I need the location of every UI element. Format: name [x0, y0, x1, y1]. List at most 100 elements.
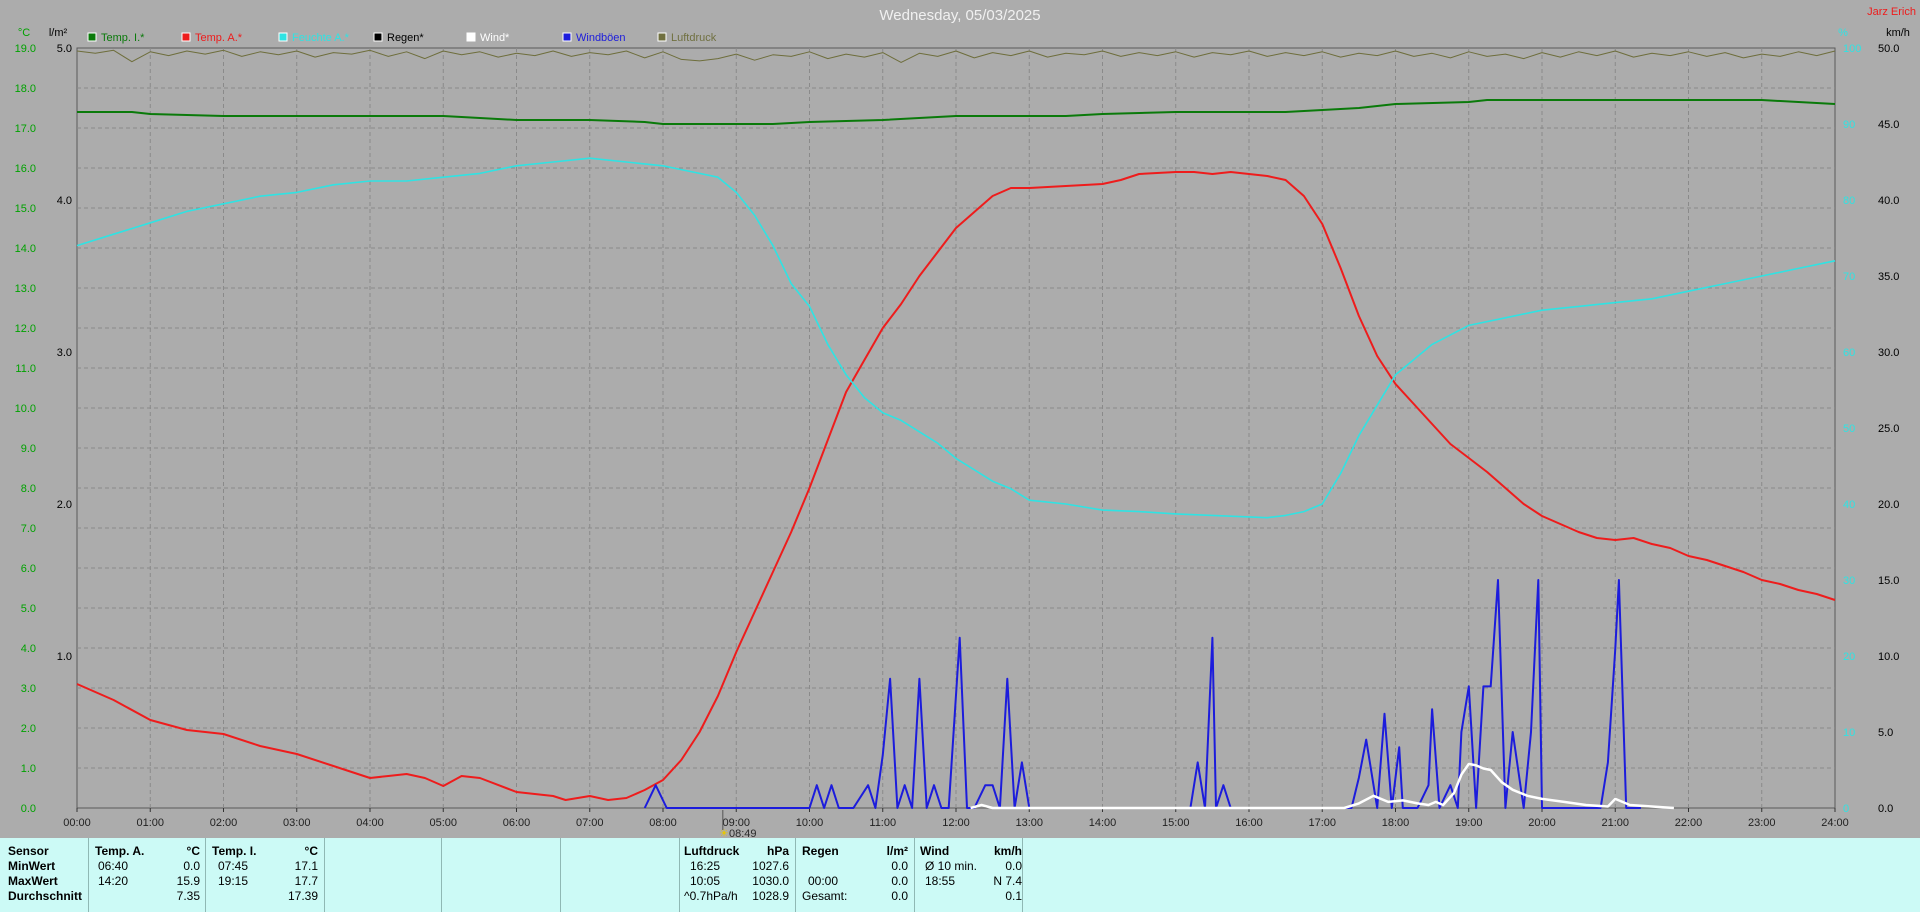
- temp-axis-tick-label: 15.0: [15, 203, 36, 215]
- rain-axis-tick-label: 3.0: [57, 347, 72, 359]
- legend-label: Luftdruck: [671, 32, 717, 44]
- temp-i-unit: °C: [304, 844, 318, 858]
- temp-a-max-value: 15.9: [176, 874, 200, 888]
- legend-swatch: [562, 32, 572, 42]
- x-tick-label: 18:00: [1382, 817, 1410, 829]
- percent-axis-tick-label: 30: [1843, 575, 1855, 587]
- temp-axis-tick-label: 14.0: [15, 243, 36, 255]
- temp-axis-tick-label: 19.0: [15, 43, 36, 55]
- legend-label: Feuchte A.*: [292, 32, 350, 44]
- pressure-max-time: 10:05: [690, 874, 721, 888]
- temp-i-max-value: 17.7: [294, 874, 318, 888]
- divider: [795, 838, 796, 912]
- legend-label: Regen*: [387, 32, 424, 44]
- wind-max-time: 18:55: [925, 874, 956, 888]
- x-tick-label: 00:00: [63, 817, 91, 829]
- pressure-min-time: 16:25: [690, 859, 721, 873]
- percent-axis-tick-label: 20: [1843, 651, 1855, 663]
- temp-axis-tick-label: 9.0: [21, 443, 36, 455]
- temp-axis-tick-label: 18.0: [15, 83, 36, 95]
- divider: [324, 838, 325, 912]
- temp-i-average: 17.39: [287, 889, 318, 903]
- x-tick-label: 22:00: [1675, 817, 1703, 829]
- x-tick-label: 13:00: [1015, 817, 1043, 829]
- temp-axis-tick-label: 17.0: [15, 123, 36, 135]
- wind-axis-tick-label: 40.0: [1878, 195, 1899, 207]
- x-tick-label: 16:00: [1235, 817, 1263, 829]
- temp-i-header: Temp. I.: [212, 844, 257, 858]
- wind-axis-tick-label: 10.0: [1878, 651, 1899, 663]
- rain-total-value: 0.0: [891, 889, 908, 903]
- right-unit-pct: %: [1838, 27, 1848, 39]
- percent-axis-tick-label: 50: [1843, 423, 1855, 435]
- legend-swatch: [87, 32, 97, 42]
- temp-a-average: 7.35: [176, 889, 200, 903]
- temp-axis-tick-label: 12.0: [15, 323, 36, 335]
- legend-swatch: [466, 32, 476, 42]
- wind-average: 0.1: [1005, 889, 1022, 903]
- x-tick-label: 23:00: [1748, 817, 1776, 829]
- percent-axis-tick-label: 70: [1843, 271, 1855, 283]
- legend-swatch: [657, 32, 667, 42]
- chart-axes: 00:00 01:00 02:00 03:00 04:00 05:00 06:00 07:00…: [15, 43, 1900, 829]
- percent-axis-tick-label: 0: [1843, 803, 1849, 815]
- temp-axis-tick-label: 2.0: [21, 723, 36, 735]
- pressure-header: Luftdruck: [684, 844, 740, 858]
- rain-axis-tick-label: 1.0: [57, 651, 72, 663]
- rain-total-label: Gesamt:: [802, 889, 848, 903]
- temp-axis-tick-label: 13.0: [15, 283, 36, 295]
- temp-axis-tick-label: 0.0: [21, 803, 36, 815]
- temp-axis-tick-label: 3.0: [21, 683, 36, 695]
- wind-axis-tick-label: 45.0: [1878, 119, 1899, 131]
- legend-swatch: [278, 32, 288, 42]
- temp-axis-tick-label: 8.0: [21, 483, 36, 495]
- pressure-trend: ^0.7hPa/h: [684, 889, 738, 903]
- divider: [914, 838, 915, 912]
- wind-axis-tick-label: 15.0: [1878, 575, 1899, 587]
- rain-axis-tick-label: 2.0: [57, 499, 72, 511]
- temp-i-max-time: 19:15: [218, 874, 249, 888]
- percent-axis-tick-label: 100: [1843, 43, 1861, 55]
- wind-axis-tick-label: 25.0: [1878, 423, 1899, 435]
- percent-axis-tick-label: 60: [1843, 347, 1855, 359]
- weather-chart: Wednesday, 05/03/2025 Jarz Erich °C l/m²…: [15, 6, 1916, 838]
- left-unit-temp: °C: [18, 27, 30, 39]
- series-line-windb-en: [643, 579, 1641, 809]
- x-tick-label: 05:00: [429, 817, 457, 829]
- legend-label: Temp. I.*: [101, 32, 145, 44]
- wind-axis-tick-label: 50.0: [1878, 43, 1899, 55]
- percent-axis-tick-label: 10: [1843, 727, 1855, 739]
- rain-max-value: 0.0: [891, 874, 908, 888]
- x-tick-label: 11:00: [869, 817, 896, 829]
- x-tick-label: 20:00: [1528, 817, 1556, 829]
- right-unit-wind: km/h: [1886, 27, 1910, 39]
- temp-a-header: Temp. A.: [95, 844, 145, 858]
- chart-title: Wednesday, 05/03/2025: [879, 7, 1040, 24]
- x-tick-label: 01:00: [136, 817, 164, 829]
- wind-max-value: N 7.4: [993, 874, 1022, 888]
- temp-axis-tick-label: 5.0: [21, 603, 36, 615]
- temp-a-max-time: 14:20: [98, 874, 129, 888]
- divider: [560, 838, 561, 912]
- rain-axis-tick-label: 5.0: [57, 43, 72, 55]
- x-tick-label: 04:00: [356, 817, 384, 829]
- rain-today-value: 0.0: [891, 859, 908, 873]
- legend-label: Wind*: [480, 32, 510, 44]
- temp-axis-tick-label: 11.0: [15, 363, 36, 375]
- temp-i-min-value: 17.1: [294, 859, 318, 873]
- x-tick-label: 17:00: [1308, 817, 1336, 829]
- percent-axis-tick-label: 90: [1843, 119, 1855, 131]
- wind-axis-tick-label: 0.0: [1878, 803, 1893, 815]
- sun-icon: ☀: [719, 827, 729, 838]
- rain-header: Regen: [802, 844, 839, 858]
- corner-label: Jarz Erich: [1867, 6, 1916, 18]
- x-tick-label: 21:00: [1601, 817, 1629, 829]
- x-tick-label: 10:00: [796, 817, 824, 829]
- x-tick-label: 08:00: [649, 817, 677, 829]
- row-label-avg: Durchschnitt: [8, 889, 83, 903]
- sensor-header: Sensor: [8, 844, 49, 858]
- rain-axis-tick-label: 4.0: [57, 195, 72, 207]
- temp-axis-tick-label: 6.0: [21, 563, 36, 575]
- x-tick-label: 12:00: [942, 817, 970, 829]
- temp-a-unit: °C: [186, 844, 200, 858]
